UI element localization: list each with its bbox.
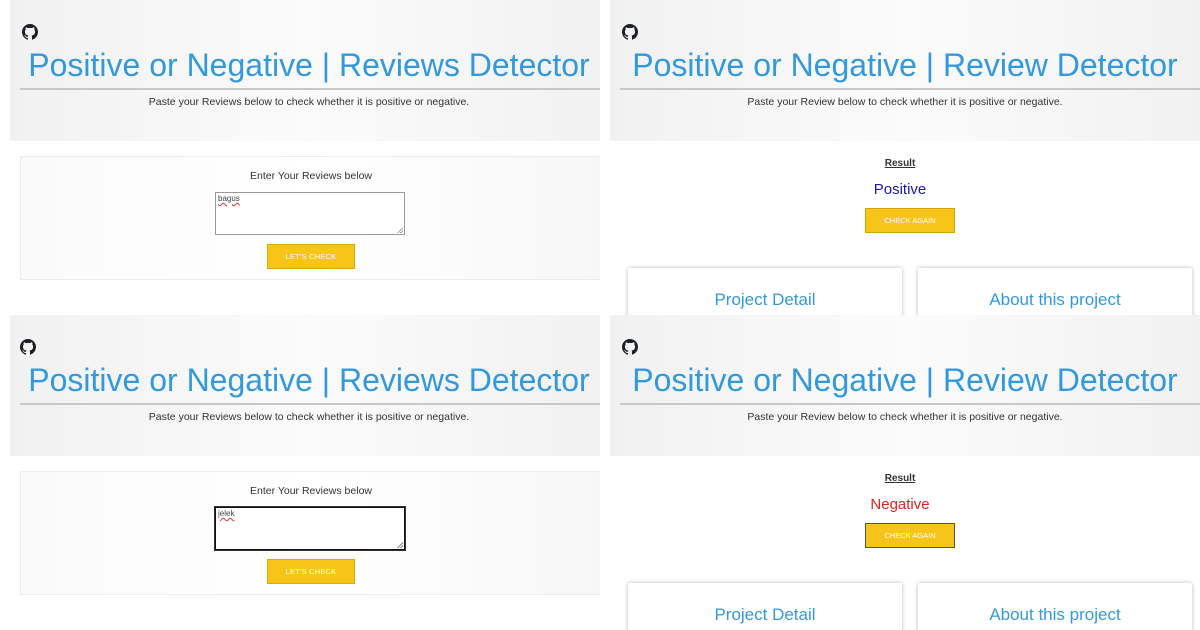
- about-project-label: About this project: [989, 605, 1121, 624]
- result-value: Negative: [870, 496, 930, 513]
- github-icon[interactable]: [22, 24, 38, 40]
- panel-top-left: Positive or Negative | Reviews Detector …: [0, 0, 600, 315]
- page-title: Positive or Negative | Review Detector: [632, 47, 1178, 83]
- lets-check-button[interactable]: LET'S CHECK: [267, 244, 355, 269]
- review-textarea[interactable]: jelek: [215, 507, 405, 550]
- project-detail-card[interactable]: Project Detail: [628, 268, 902, 315]
- page-subtitle: Paste your Reviews below to check whethe…: [148, 96, 470, 108]
- review-textarea-value: bagus: [218, 194, 240, 203]
- about-project-card[interactable]: About this project: [918, 583, 1192, 630]
- result-label: Result: [884, 473, 916, 484]
- panel-top-right: Positive or Negative | Review Detector P…: [600, 0, 1200, 315]
- page-title: Positive or Negative | Reviews Detector: [28, 47, 590, 83]
- page-subtitle: Paste your Reviews below to check whethe…: [148, 411, 470, 423]
- about-project-card[interactable]: About this project: [918, 268, 1192, 315]
- github-icon[interactable]: [622, 339, 638, 355]
- page-header: Positive or Negative | Reviews Detector …: [10, 315, 600, 456]
- review-textarea-value: jelek: [218, 509, 235, 518]
- check-again-button[interactable]: CHECK AGAIN: [865, 208, 955, 233]
- page-subtitle: Paste your Review below to check whether…: [747, 96, 1063, 108]
- review-textarea[interactable]: bagus: [215, 192, 405, 235]
- resize-grip-icon[interactable]: [397, 542, 403, 548]
- title-divider: [620, 88, 1200, 90]
- project-detail-label: Project Detail: [714, 290, 816, 309]
- github-icon[interactable]: [20, 339, 36, 355]
- title-divider: [620, 403, 1200, 405]
- review-input-label: Enter Your Reviews below: [250, 485, 372, 497]
- panel-bottom-right: Positive or Negative | Review Detector P…: [600, 315, 1200, 630]
- page-title: Positive or Negative | Reviews Detector: [28, 362, 590, 398]
- page-header: Positive or Negative | Review Detector P…: [610, 0, 1200, 141]
- result-value: Positive: [873, 181, 927, 198]
- panel-bottom-left: Positive or Negative | Reviews Detector …: [0, 315, 600, 630]
- page-subtitle: Paste your Review below to check whether…: [747, 411, 1063, 423]
- page-title: Positive or Negative | Review Detector: [632, 362, 1178, 398]
- github-icon[interactable]: [622, 24, 638, 40]
- review-input-label: Enter Your Reviews below: [250, 170, 372, 182]
- title-divider: [20, 403, 600, 405]
- review-form-card: Enter Your Reviews below jelek LET'S CHE…: [20, 471, 600, 595]
- result-label: Result: [884, 158, 916, 169]
- project-detail-card[interactable]: Project Detail: [628, 583, 902, 630]
- project-detail-label: Project Detail: [714, 605, 816, 624]
- title-divider: [20, 88, 600, 90]
- about-project-label: About this project: [989, 290, 1121, 309]
- check-again-button[interactable]: CHECK AGAIN: [865, 523, 955, 548]
- lets-check-button[interactable]: LET'S CHECK: [267, 559, 355, 584]
- page-header: Positive or Negative | Review Detector P…: [610, 315, 1200, 456]
- review-form-card: Enter Your Reviews below bagus LET'S CHE…: [20, 156, 600, 280]
- resize-grip-icon[interactable]: [397, 227, 403, 233]
- page-header: Positive or Negative | Reviews Detector …: [10, 0, 600, 141]
